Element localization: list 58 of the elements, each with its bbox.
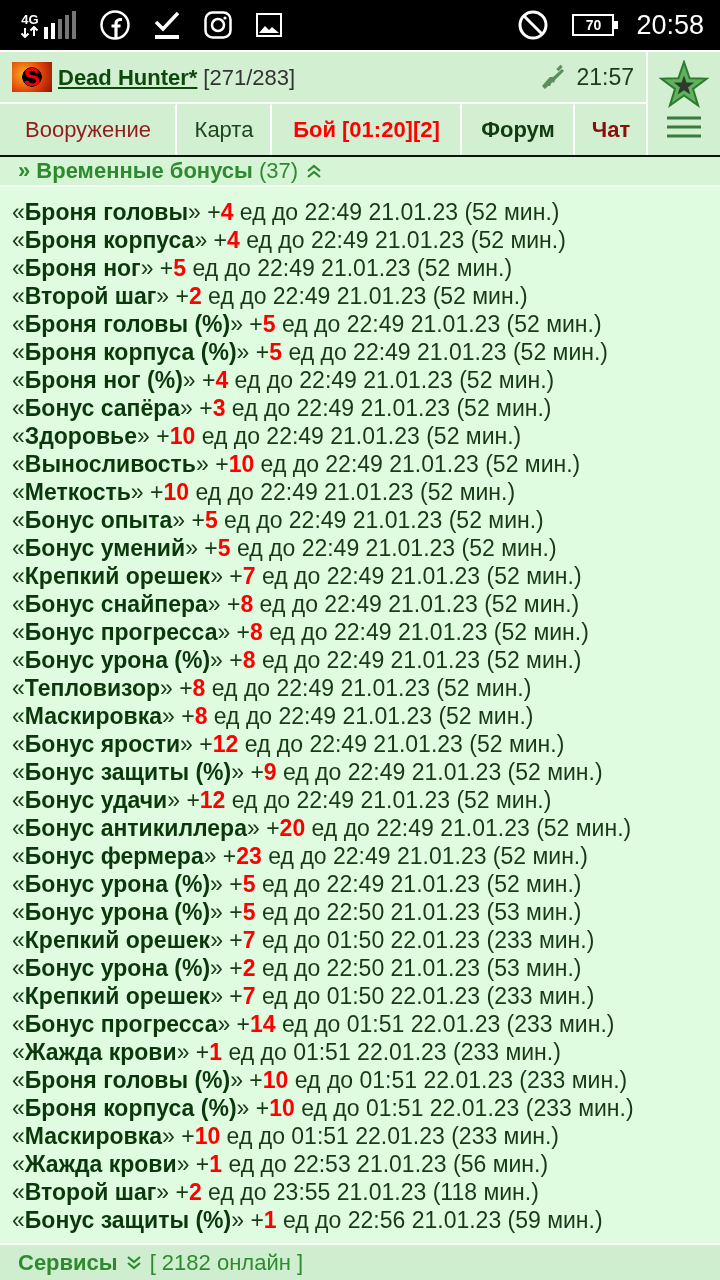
data-arrows-icon [20, 25, 40, 38]
bonus-line: «Второй шаг» +2 ед до 23:55 21.01.23 (118 мин.) [12, 1178, 540, 1206]
bonus-line: «Бонус опыта» +5 ед до 22:49 21.01.23 (52 мин.) [12, 506, 545, 534]
battery-percent: 70 [585, 18, 602, 32]
bonus-line: «Жажда крови» +1 ед до 01:51 22.01.23 (233 мин.) [12, 1038, 562, 1066]
bonus-line: «Бонус фермера» +23 ед до 22:49 21.01.23 (52 мин.) [12, 842, 589, 870]
health-counter: [271/283] [203, 63, 296, 92]
services-toggle[interactable]: Сервисы [18, 1249, 118, 1277]
bonus-line: «Маскировка» +8 ед до 22:49 21.01.23 (52 мин.) [12, 702, 535, 730]
bonus-line: «Броня корпуса (%)» +5 ед до 22:49 21.01.23 (52 мин.) [12, 338, 609, 366]
bonus-line: «Бонус урона (%)» +5 ед до 22:49 21.01.23 (52 мин.) [12, 870, 583, 898]
bonus-line: «Бонус защиты (%)» +1 ед до 22:56 21.01.23 (59 мин.) [12, 1206, 604, 1234]
bonus-line: «Бонус антикиллера» +20 ед до 22:49 21.01.23 (52 мин.) [12, 814, 633, 842]
bonus-line: «Бонус прогресса» +8 ед до 22:49 21.01.23 (52 мин.) [12, 618, 590, 646]
rifle-icon [540, 64, 567, 90]
star-icon[interactable] [659, 60, 709, 108]
bonus-line: «Броня корпуса» +4 ед до 22:49 21.01.23 (52 мин.) [12, 226, 567, 254]
menu-icon[interactable] [667, 116, 701, 138]
bonus-line: «Бонус умений» +5 ед до 22:49 21.01.23 (52 мин.) [12, 534, 558, 562]
bonus-line: «Броня головы (%)» +5 ед до 22:49 21.01.23 (52 мин.) [12, 310, 603, 338]
bonus-line: «Броня головы» +4 ед до 22:49 21.01.23 (52 мин.) [12, 198, 561, 226]
bonus-line: «Броня головы (%)» +10 ед до 01:51 22.01.23 (233 мин.) [12, 1066, 629, 1094]
bonus-line: «Бонус прогресса» +14 ед до 01:51 22.01.23 (233 мин.) [12, 1010, 616, 1038]
bonus-line: «Броня корпуса (%)» +10 ед до 01:51 22.01.23 (233 мин.) [12, 1094, 635, 1122]
clock-time: 20:58 [636, 10, 704, 40]
blocked-icon [518, 10, 549, 40]
network-type: 4G [21, 12, 39, 26]
player-name-link[interactable]: Dead Hunter* [58, 60, 198, 94]
bonus-line: «Бонус урона (%)» +2 ед до 22:50 21.01.23 (53 мин.) [12, 954, 583, 982]
bonus-line: «Здоровье» +10 ед до 22:49 21.01.23 (52 мин.) [12, 422, 523, 450]
bonus-line: «Маскировка» +10 ед до 01:51 22.01.23 (233 мин.) [12, 1122, 561, 1150]
double-chevron-icon[interactable] [306, 164, 323, 178]
bonus-line: «Бонус защиты (%)» +9 ед до 22:49 21.01.23 (52 мин.) [12, 758, 604, 786]
bonus-line: «Крепкий орешек» +7 ед до 01:50 22.01.23 (233 мин.) [12, 926, 596, 954]
bonus-line: «Бонус снайпера» +8 ед до 22:49 21.01.23 (52 мин.) [12, 590, 581, 618]
bonus-line: «Броня ног (%)» +4 ед до 22:49 21.01.23 (52 мин.) [12, 366, 556, 394]
bonus-line: «Бонус сапёра» +3 ед до 22:49 21.01.23 (52 мин.) [12, 394, 553, 422]
tick-icon [154, 11, 180, 39]
bonus-line: «Бонус удачи» +12 ед до 22:49 21.01.23 (52 мин.) [12, 786, 553, 814]
server-time: 21:57 [576, 62, 634, 92]
bonus-line: «Бонус урона (%)» +5 ед до 22:50 21.01.23 (53 мин.) [12, 898, 583, 926]
bonus-line: «Бонус ярости» +12 ед до 22:49 21.01.23 (52 мин.) [12, 730, 566, 758]
camera-icon [204, 11, 232, 39]
bonus-line: «Крепкий орешек» +7 ед до 01:50 22.01.23 (233 мин.) [12, 982, 596, 1010]
bonus-line: «Крепкий орешек» +7 ед до 22:49 21.01.23 (52 мин.) [12, 562, 583, 590]
online-count: [ 2182 онлайн ] [149, 1249, 304, 1277]
bonus-line: «Меткость» +10 ед до 22:49 21.01.23 (52 мин.) [12, 478, 517, 506]
bonus-line: «Броня ног» +5 ед до 22:49 21.01.23 (52 мин.) [12, 254, 514, 282]
avatar-logo: S [12, 62, 52, 92]
bonus-line: «Тепловизор» +8 ед до 22:49 21.01.23 (52 мин.) [12, 674, 533, 702]
facebook-icon [100, 10, 130, 40]
bonus-line: «Выносливость» +10 ед до 22:49 21.01.23 (52 мин.) [12, 450, 582, 478]
bonus-line: «Жажда крови» +1 ед до 22:53 21.01.23 (56 мин.) [12, 1150, 550, 1178]
image-icon [256, 13, 282, 37]
signal-icon [44, 11, 76, 39]
bonus-line: «Второй шаг» +2 ед до 22:49 21.01.23 (52 мин.) [12, 282, 529, 310]
double-chevron-icon[interactable] [125, 1256, 142, 1270]
bonus-line: «Бонус урона (%)» +8 ед до 22:49 21.01.23 (52 мин.) [12, 646, 583, 674]
